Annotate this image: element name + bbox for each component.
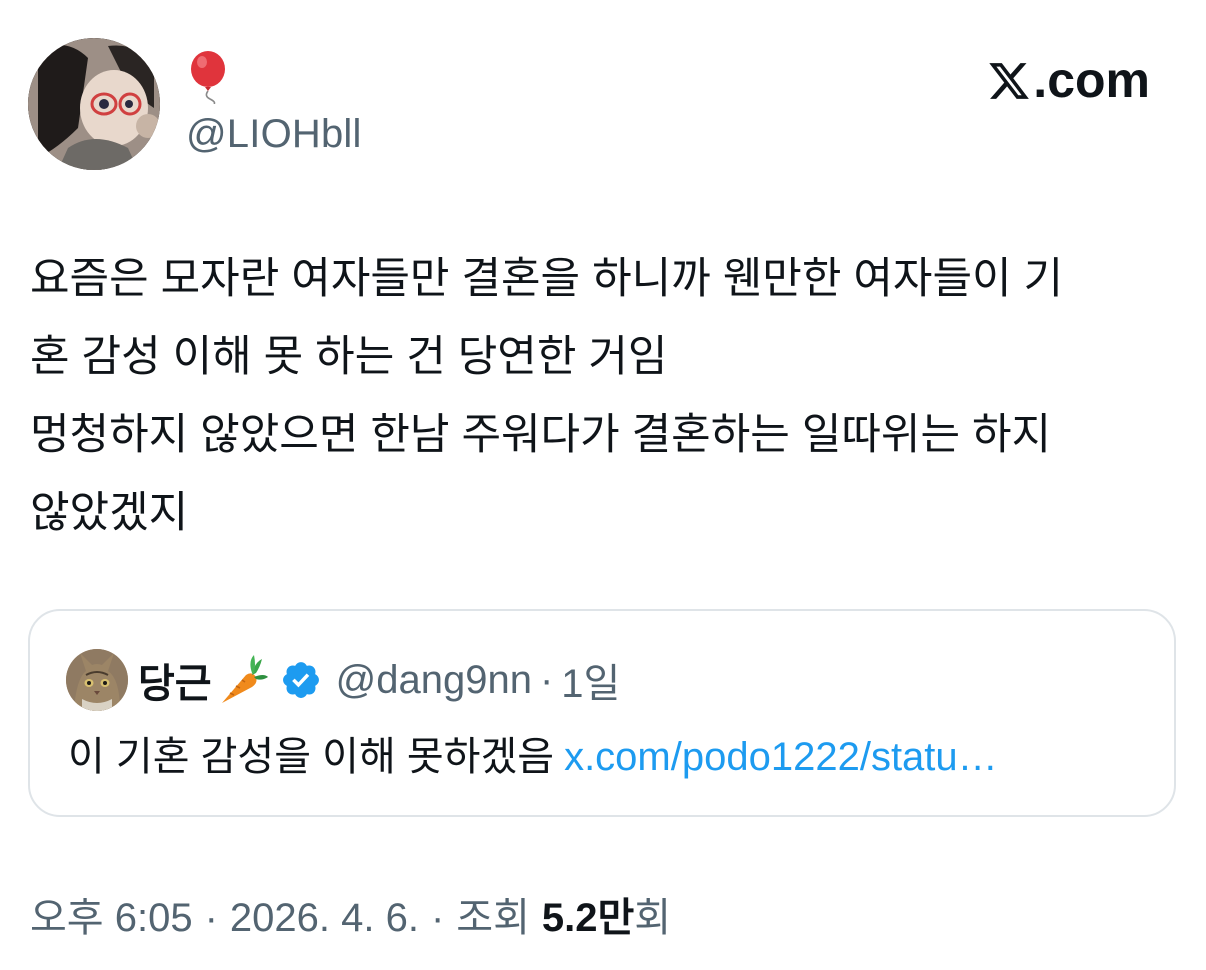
quote-author-handle[interactable]: @dang9nn bbox=[336, 658, 532, 703]
views-number: 5.2만 bbox=[541, 896, 635, 940]
tweet-line: 혼 감성 이해 못 하는 건 당연한 거임 bbox=[30, 333, 668, 381]
tweet-meta: 오후 6:05 · 2026. 4. 6. · 조회 5.2만회 bbox=[30, 890, 671, 946]
quote-body: 이 기혼 감성을 이해 못하겠음 x.com/podo1222/statu… bbox=[68, 729, 998, 785]
quote-link[interactable]: x.com/podo1222/statu… bbox=[564, 735, 998, 779]
quote-author-avatar[interactable] bbox=[66, 649, 128, 711]
author-avatar[interactable] bbox=[28, 38, 160, 170]
quote-header: 당근 @dang9nn · 1일 bbox=[138, 649, 620, 711]
author-display-name[interactable] bbox=[186, 50, 246, 105]
tweet-line: 요즘은 모자란 여자들만 결혼을 하니까 웬만한 여자들이 기 bbox=[30, 255, 1064, 303]
quote-tweet-card[interactable]: 당근 @dang9nn · 1일 이 기혼 감성을 이해 못하겠음 x.com/p… bbox=[28, 609, 1176, 817]
quote-text: 이 기혼 감성을 이해 못하겠음 bbox=[68, 735, 555, 779]
tweet-line: 멍청하지 않았으면 한남 주워다가 결혼하는 일따위는 하지 bbox=[30, 411, 1052, 459]
author-handle[interactable]: @LIOHbll bbox=[186, 108, 362, 160]
tweet-line: 않았겠지 bbox=[30, 489, 189, 537]
views-label: 조회 bbox=[456, 896, 530, 940]
views-count[interactable]: 5.2만회 bbox=[542, 890, 671, 946]
quote-timestamp[interactable]: 1일 bbox=[561, 651, 620, 709]
brand-logo: .com bbox=[987, 52, 1150, 108]
meta-separator: · bbox=[430, 896, 445, 940]
quote-separator: · bbox=[539, 657, 554, 702]
tweet-date[interactable]: 2026. 4. 6. bbox=[230, 890, 419, 946]
verified-badge-icon bbox=[282, 662, 319, 698]
brand-label: .com bbox=[1033, 52, 1150, 108]
quote-author-name[interactable]: 당근 bbox=[138, 651, 212, 709]
carrot-icon bbox=[221, 655, 268, 703]
views-suffix: 회 bbox=[634, 896, 672, 940]
meta-separator: · bbox=[204, 896, 218, 940]
balloon-icon bbox=[191, 51, 225, 105]
tweet-time[interactable]: 오후 6:05 bbox=[30, 890, 193, 946]
x-logo-icon bbox=[989, 63, 1030, 99]
tweet-text: 요즘은 모자란 여자들만 결혼을 하니까 웬만한 여자들이 기 혼 감성 이해 … bbox=[30, 240, 1180, 552]
